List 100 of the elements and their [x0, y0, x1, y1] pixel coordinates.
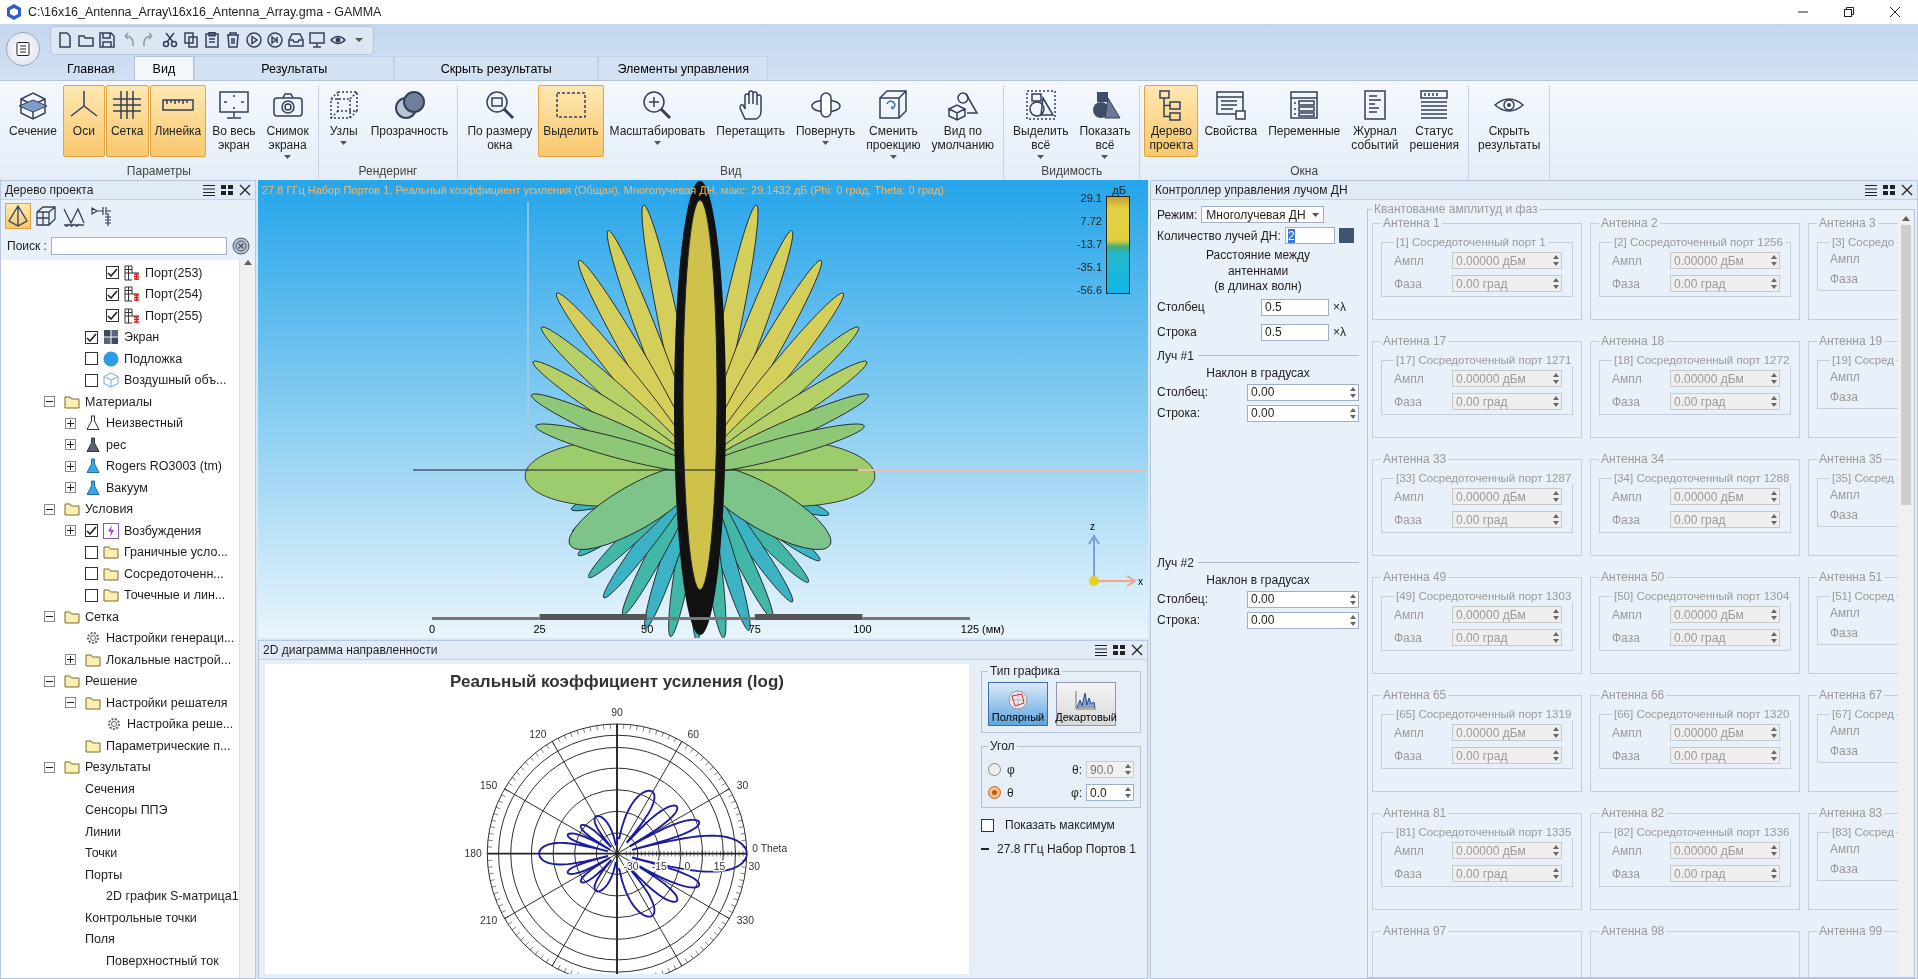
tilt-field[interactable]: 0.00	[1247, 383, 1359, 401]
tree-view-tab[interactable]	[5, 203, 31, 229]
spin-arrows-icon[interactable]	[1771, 491, 1777, 502]
tree-item[interactable]: Настройки решателя	[106, 695, 228, 710]
spin-arrows-icon[interactable]	[1553, 491, 1559, 502]
tree-item[interactable]: Воздушный объ...	[124, 373, 227, 388]
ribbon-button[interactable]: Дерево проекта	[1144, 85, 1199, 157]
mode-dropdown[interactable]: Многолучевая ДН	[1201, 206, 1324, 223]
tree-item[interactable]: Порты	[85, 867, 123, 882]
tree-item[interactable]: Линии	[85, 824, 122, 839]
skip-forward-icon[interactable]	[267, 32, 283, 49]
tree-item[interactable]: Материалы	[85, 394, 152, 409]
expand-toggle[interactable]	[65, 439, 76, 451]
spin-arrows-icon[interactable]	[1553, 727, 1559, 738]
ribbon-button[interactable]: Выделить всё	[1008, 85, 1074, 162]
four-squares-icon[interactable]	[1883, 184, 1895, 196]
spin-arrows-icon[interactable]	[1553, 278, 1559, 289]
clear-icon[interactable]	[232, 237, 250, 255]
tree-item[interactable]: Возбуждения	[124, 523, 202, 538]
expand-toggle[interactable]	[44, 503, 55, 515]
tree-item[interactable]: Настройка реше...	[127, 717, 234, 732]
ribbon-button[interactable]: По размеру окна	[462, 85, 538, 157]
menu-icon[interactable]	[1095, 643, 1107, 657]
four-squares-icon[interactable]	[1113, 644, 1125, 656]
tree-item[interactable]: Неизвестный	[106, 416, 183, 431]
trash-icon[interactable]	[225, 32, 241, 49]
tree-item[interactable]: Порт(255)	[145, 308, 203, 323]
spin-arrows-icon[interactable]	[1553, 632, 1559, 643]
expand-toggle[interactable]	[65, 654, 76, 666]
spin-arrows-icon[interactable]	[1125, 787, 1131, 798]
new-document-icon[interactable]	[57, 32, 73, 49]
expand-toggle[interactable]	[65, 417, 76, 429]
ribbon-button[interactable]: Повернуть	[790, 85, 861, 157]
spin-arrows-icon[interactable]	[1553, 396, 1559, 407]
spin-arrows-icon[interactable]	[1771, 609, 1777, 620]
tree-item[interactable]: Точечные и лин...	[124, 588, 226, 603]
spin-arrows-icon[interactable]	[1553, 373, 1559, 384]
radio-button[interactable]	[988, 763, 1001, 776]
expand-toggle[interactable]	[44, 675, 55, 687]
ribbon-button[interactable]: Выделить	[538, 85, 604, 157]
close-icon[interactable]	[239, 184, 251, 196]
tray-icon[interactable]	[288, 32, 304, 49]
spin-arrows-icon[interactable]	[1771, 396, 1777, 407]
spacing-field[interactable]: 0.5	[1261, 298, 1329, 316]
ribbon-button[interactable]: Сетка	[105, 85, 149, 157]
expand-toggle[interactable]	[65, 460, 76, 472]
spin-arrows-icon[interactable]	[1350, 386, 1356, 398]
scrollbar[interactable]	[238, 260, 255, 978]
close-icon[interactable]	[1890, 7, 1900, 17]
spin-arrows-icon[interactable]	[1771, 514, 1777, 525]
expand-toggle[interactable]	[44, 396, 55, 408]
spin-arrows-icon[interactable]	[1553, 750, 1559, 761]
ribbon-button[interactable]: Переменные	[1263, 85, 1346, 157]
checkbox[interactable]	[106, 309, 119, 323]
spin-arrows-icon[interactable]	[1771, 727, 1777, 738]
ribbon-button[interactable]: Показать всё	[1074, 85, 1136, 162]
ribbon-button[interactable]: Вид по умолчанию	[926, 85, 1000, 157]
expand-toggle[interactable]	[65, 482, 76, 494]
clipboard-icon[interactable]	[204, 32, 220, 49]
up-arrow-icon[interactable]	[243, 260, 252, 265]
ribbon-button[interactable]: Во весь экран	[207, 85, 261, 157]
tree-item[interactable]: Решение	[85, 674, 138, 689]
count-button[interactable]	[1338, 228, 1354, 243]
close-icon[interactable]	[1901, 184, 1913, 196]
tilt-field[interactable]: 0.00	[1247, 404, 1359, 422]
tree-item[interactable]: 2D график S-матрица1	[106, 889, 239, 904]
ribbon-button[interactable]: Скрыть результаты	[1472, 85, 1546, 157]
tree-item[interactable]: Локальные настрой...	[106, 652, 232, 667]
checkbox[interactable]	[106, 287, 119, 301]
tree-item[interactable]: Настройки генераци...	[106, 631, 235, 646]
expand-toggle[interactable]	[44, 761, 55, 773]
tree-item[interactable]: Вакуум	[106, 480, 148, 495]
beam-count-field[interactable]: 2	[1284, 227, 1335, 244]
plot-type-button[interactable]: Полярный	[988, 682, 1048, 726]
ribbon-button[interactable]: Сечение	[4, 85, 62, 157]
monitor-icon[interactable]	[309, 32, 325, 49]
radio-button[interactable]	[988, 786, 1001, 799]
tree-view-tab[interactable]	[33, 203, 59, 229]
tree-item[interactable]: Условия	[85, 502, 134, 517]
spacing-field[interactable]: 0.5	[1261, 323, 1329, 341]
tree-item[interactable]: Поля	[85, 932, 115, 947]
tilt-field[interactable]: 0.00	[1247, 590, 1359, 608]
ribbon-tab[interactable]: Главная	[48, 56, 134, 80]
menu-icon[interactable]	[1865, 183, 1877, 197]
app-menu-button[interactable]	[6, 32, 40, 66]
tree-item[interactable]: Сетка	[85, 609, 119, 624]
folder-icon[interactable]	[78, 32, 94, 49]
tree-item[interactable]: Граничные усло...	[124, 545, 228, 560]
spin-arrows-icon[interactable]	[1553, 609, 1559, 620]
checkbox[interactable]	[85, 545, 98, 559]
tree-item[interactable]: Сечения	[85, 781, 135, 796]
spin-arrows-icon[interactable]	[1553, 514, 1559, 525]
ribbon-button[interactable]: Свойства	[1199, 85, 1263, 157]
copy-icon[interactable]	[183, 32, 199, 49]
expand-toggle[interactable]	[65, 525, 76, 537]
angle-field[interactable]: 0.0	[1086, 784, 1134, 801]
play-icon[interactable]	[246, 32, 262, 49]
ribbon-button[interactable]: Перетащить	[711, 85, 790, 157]
tree-item[interactable]: Rogers RO3003 (tm)	[106, 459, 222, 474]
tree-item[interactable]: Экран	[124, 330, 160, 345]
